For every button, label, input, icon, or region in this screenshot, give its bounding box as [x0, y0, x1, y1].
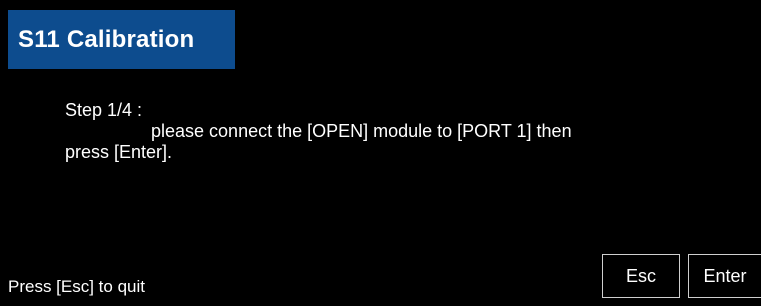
instruction-message: Step 1/4 : please connect the [OPEN] mod…	[65, 100, 705, 163]
instruction-line-1: please connect the [OPEN] module to [POR…	[151, 121, 572, 141]
quit-hint: Press [Esc] to quit	[8, 277, 145, 296]
enter-button[interactable]: Enter	[688, 254, 761, 298]
instruction-line-2: press [Enter].	[65, 142, 173, 162]
calibration-dialog: S11 Calibration Step 1/4 : please connec…	[0, 0, 761, 306]
step-indicator: Step 1/4 :	[65, 100, 143, 120]
esc-button[interactable]: Esc	[602, 254, 680, 298]
dialog-title-bar: S11 Calibration	[8, 10, 235, 69]
dialog-title: S11 Calibration	[18, 25, 195, 53]
